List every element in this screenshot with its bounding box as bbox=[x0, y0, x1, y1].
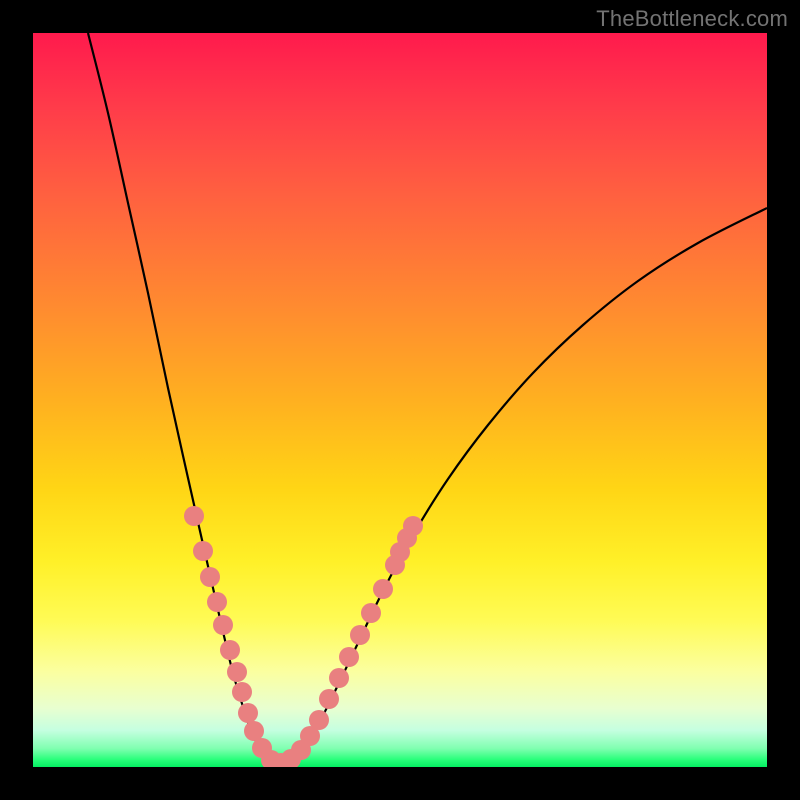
data-dot bbox=[373, 579, 393, 599]
data-dot bbox=[309, 710, 329, 730]
plot-area bbox=[33, 33, 767, 767]
data-dot bbox=[319, 689, 339, 709]
chart-overlay bbox=[33, 33, 767, 767]
data-dot bbox=[200, 567, 220, 587]
data-dot bbox=[361, 603, 381, 623]
watermark-text: TheBottleneck.com bbox=[596, 6, 788, 32]
dots-left-group bbox=[184, 506, 301, 767]
data-dot bbox=[244, 721, 264, 741]
data-dot bbox=[238, 703, 258, 723]
data-dot bbox=[227, 662, 247, 682]
dots-right-group bbox=[291, 516, 423, 760]
data-dot bbox=[207, 592, 227, 612]
data-dot bbox=[339, 647, 359, 667]
data-dot bbox=[184, 506, 204, 526]
curve-right bbox=[276, 208, 767, 764]
data-dot bbox=[232, 682, 252, 702]
data-dot bbox=[213, 615, 233, 635]
data-dot bbox=[403, 516, 423, 536]
curve-left bbox=[88, 33, 276, 764]
data-dot bbox=[220, 640, 240, 660]
data-dot bbox=[350, 625, 370, 645]
data-dot bbox=[329, 668, 349, 688]
chart-frame: TheBottleneck.com bbox=[0, 0, 800, 800]
data-dot bbox=[193, 541, 213, 561]
